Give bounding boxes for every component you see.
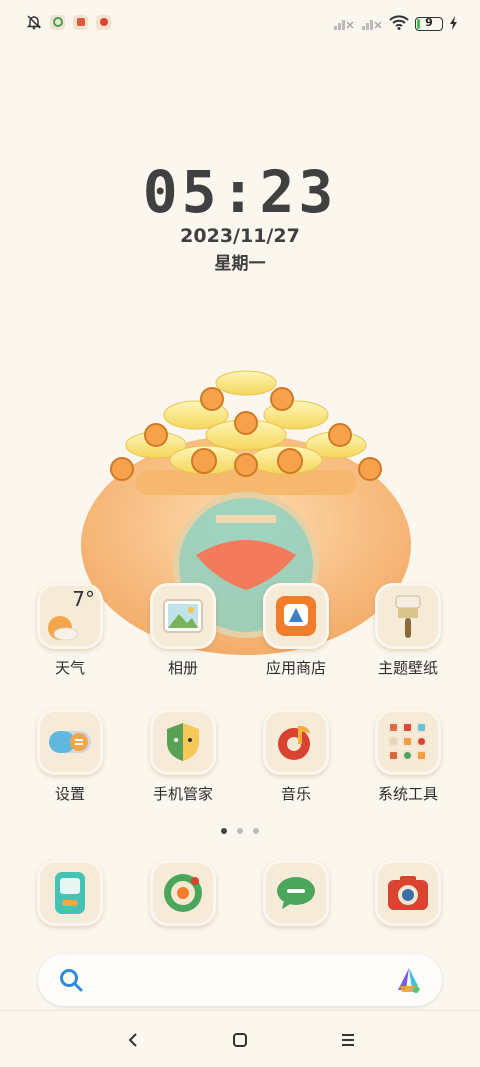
status-right: 9 bbox=[333, 14, 458, 34]
dock-messages[interactable] bbox=[240, 860, 352, 926]
app-label: 主题壁纸 bbox=[377, 659, 438, 677]
phone-icon[interactable] bbox=[37, 860, 103, 926]
lockscreen-clock: 05:23 bbox=[142, 158, 338, 226]
app-themes[interactable]: 主题壁纸 bbox=[352, 583, 464, 678]
weather-icon[interactable]: 7° bbox=[37, 583, 103, 649]
home-icon[interactable] bbox=[225, 1025, 255, 1055]
app-settings[interactable]: 设置 bbox=[14, 709, 126, 804]
app-label: 应用商店 bbox=[265, 659, 326, 677]
app-music[interactable]: 音乐 bbox=[240, 709, 352, 804]
settings-toggle-icon[interactable] bbox=[37, 709, 103, 775]
theme-brush-icon[interactable] bbox=[375, 583, 441, 649]
messages-icon[interactable] bbox=[263, 860, 329, 926]
battery-indicator: 9 bbox=[415, 16, 443, 31]
app-store[interactable]: 应用商店 bbox=[240, 583, 352, 678]
search-bar[interactable] bbox=[38, 954, 442, 1006]
app-label: 设置 bbox=[54, 785, 85, 803]
app-label: 相册 bbox=[167, 659, 198, 677]
camera-icon[interactable] bbox=[375, 860, 441, 926]
dock-browser[interactable] bbox=[127, 860, 239, 926]
app-notification-icon-2 bbox=[73, 14, 88, 30]
page-indicator bbox=[0, 828, 480, 834]
lockscreen-weekday: 星期一 bbox=[214, 254, 266, 274]
app-system-tools[interactable]: 系统工具 bbox=[352, 709, 464, 804]
assistant-logo-icon[interactable] bbox=[394, 966, 424, 998]
status-bar: 9 bbox=[0, 0, 480, 50]
signal-2-icon bbox=[361, 15, 383, 34]
wifi-icon bbox=[389, 14, 409, 34]
app-label: 音乐 bbox=[280, 785, 311, 803]
security-shield-icon[interactable] bbox=[150, 709, 216, 775]
charging-bolt-icon bbox=[449, 15, 458, 34]
search-icon[interactable] bbox=[58, 967, 84, 997]
browser-icon[interactable] bbox=[150, 860, 216, 926]
gallery-icon[interactable] bbox=[150, 583, 216, 649]
app-label: 手机管家 bbox=[152, 785, 213, 803]
battery-level: 9 bbox=[425, 16, 433, 29]
app-weather[interactable]: 7° 天气 bbox=[14, 583, 126, 678]
lockscreen-date: 2023/11/27 bbox=[180, 225, 300, 247]
app-notification-icon-1 bbox=[50, 14, 65, 30]
bell-off-icon bbox=[26, 14, 42, 30]
app-label: 系统工具 bbox=[377, 785, 438, 803]
system-tools-folder-icon[interactable] bbox=[375, 709, 441, 775]
app-notification-icon-3 bbox=[96, 14, 111, 30]
navigation-bar bbox=[0, 1010, 480, 1067]
dock-phone[interactable] bbox=[14, 860, 126, 926]
dock-camera[interactable] bbox=[352, 860, 464, 926]
app-store-icon[interactable] bbox=[263, 583, 329, 649]
app-security[interactable]: 手机管家 bbox=[127, 709, 239, 804]
weather-temperature: 7° bbox=[72, 587, 95, 611]
status-left bbox=[26, 14, 111, 30]
page-dot-1[interactable] bbox=[221, 828, 227, 834]
signal-1-icon bbox=[333, 15, 355, 34]
page-dot-3[interactable] bbox=[253, 828, 259, 834]
app-label: 天气 bbox=[54, 659, 85, 677]
menu-icon[interactable] bbox=[333, 1025, 363, 1055]
back-icon[interactable] bbox=[118, 1025, 148, 1055]
app-gallery[interactable]: 相册 bbox=[127, 583, 239, 678]
page-dot-2[interactable] bbox=[237, 828, 243, 834]
music-icon[interactable] bbox=[263, 709, 329, 775]
